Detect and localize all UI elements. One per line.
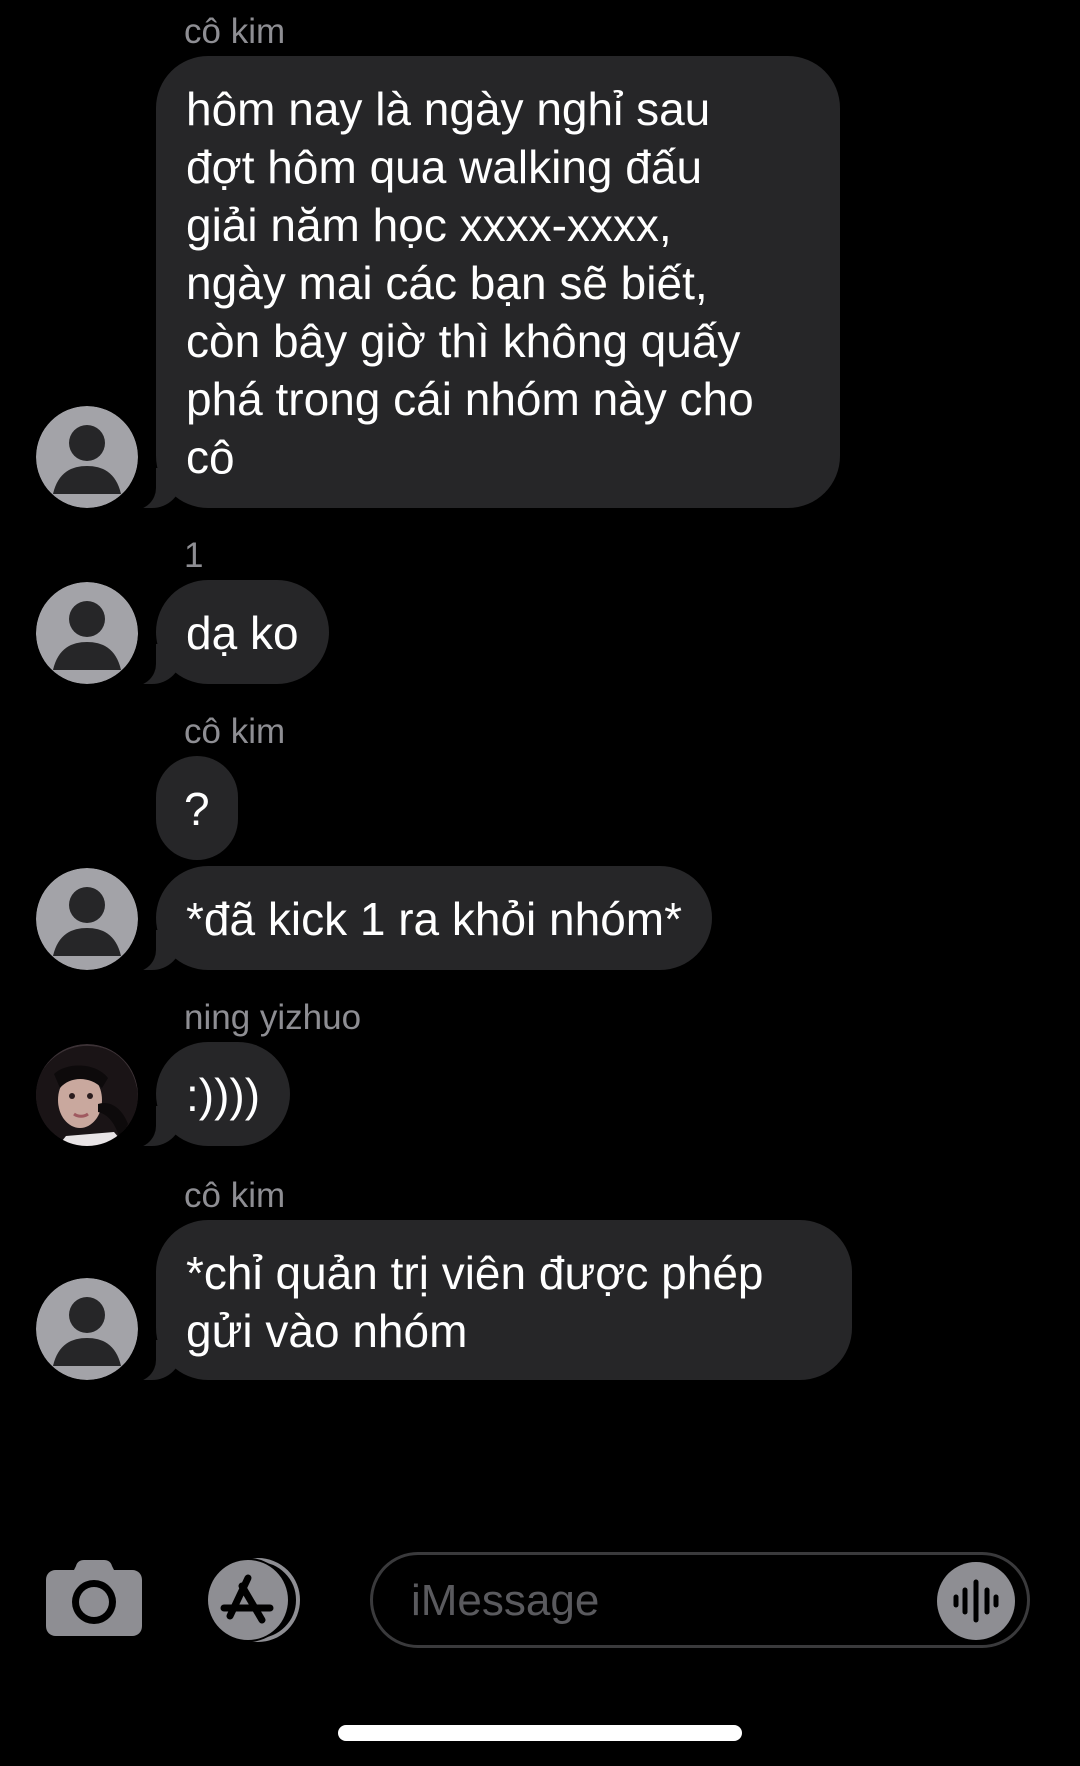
compose-bar: iMessage (0, 1540, 1080, 1700)
messages-screen: cô kim hôm nay là ngày nghỉ sau đợt hôm … (0, 0, 1080, 1766)
sender-name: cô kim (184, 712, 286, 751)
message-text: *chỉ quản trị viên được phép gửi vào nhó… (186, 1247, 764, 1357)
person-icon (36, 868, 138, 970)
home-indicator[interactable] (338, 1725, 742, 1741)
sender-name: cô kim (184, 1176, 286, 1215)
message-bubble[interactable]: :)))) (115, 1042, 291, 1148)
sender-name: cô kim (184, 12, 286, 51)
message-text: dạ ko (186, 607, 299, 659)
message-text: :)))) (186, 1069, 261, 1121)
message-text: hôm nay là ngày nghỉ sau đợt hôm qua wal… (186, 83, 754, 483)
app-store-icon (206, 1558, 300, 1642)
input-placeholder: iMessage (411, 1576, 600, 1625)
message-bubble[interactable]: hôm nay là ngày nghỉ sau đợt hôm qua wal… (116, 56, 840, 510)
app-store-button[interactable] (200, 1558, 312, 1642)
avatar[interactable] (36, 1278, 138, 1380)
avatar[interactable] (36, 1044, 138, 1146)
avatar[interactable] (36, 406, 138, 508)
message-bubble[interactable]: ? (156, 756, 238, 860)
person-icon (36, 582, 138, 684)
message-text: *đã kick 1 ra khỏi nhóm* (186, 893, 683, 945)
message-bubble[interactable]: *đã kick 1 ra khỏi nhóm* (115, 866, 713, 972)
person-icon (36, 1278, 138, 1380)
waveform-icon (953, 1579, 999, 1623)
person-icon (36, 406, 138, 508)
avatar[interactable] (36, 582, 138, 684)
message-text: ? (184, 783, 210, 835)
sender-name: ning yizhuo (184, 998, 362, 1037)
avatar[interactable] (36, 868, 138, 970)
voice-record-button[interactable] (937, 1562, 1015, 1640)
message-bubble[interactable]: *chỉ quản trị viên được phép gửi vào nhó… (116, 1220, 852, 1382)
message-bubble[interactable]: dạ ko (116, 580, 329, 686)
camera-button[interactable] (46, 1560, 142, 1636)
user-photo (36, 1044, 138, 1146)
message-input[interactable]: iMessage (370, 1552, 1030, 1648)
camera-icon (46, 1560, 142, 1636)
sender-name: 1 (184, 536, 204, 575)
